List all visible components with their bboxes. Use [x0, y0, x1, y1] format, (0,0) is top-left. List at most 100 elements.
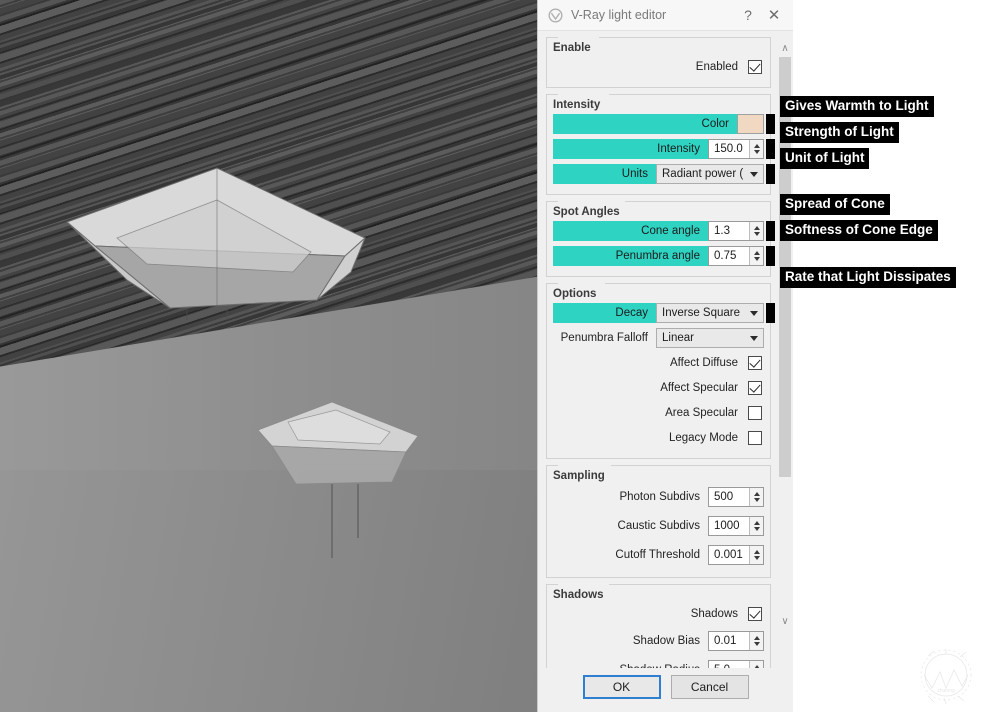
stepper-up-icon[interactable]	[754, 550, 760, 554]
checkbox-area-specular[interactable]	[748, 406, 762, 420]
chevron-down-icon[interactable]	[745, 311, 763, 316]
light-fixture-large[interactable]	[55, 160, 375, 320]
caustic-subdivs-spinner[interactable]: 1000	[708, 516, 764, 536]
stepper-down-icon[interactable]	[754, 257, 760, 261]
chevron-down-icon[interactable]	[745, 172, 763, 177]
row-cone-angle[interactable]: Cone angle 1.3	[553, 221, 764, 241]
row-shadows-enabled[interactable]: Shadows	[553, 604, 764, 624]
row-area-specular[interactable]: Area Specular	[553, 403, 764, 423]
decay-dropdown[interactable]: Inverse Square	[656, 303, 764, 323]
penumbra-angle-spinner[interactable]: 0.75	[708, 246, 764, 266]
row-enabled[interactable]: Enabled	[553, 57, 764, 77]
units-value: Radiant power (	[657, 168, 745, 180]
label-affect-specular: Affect Specular	[553, 382, 748, 394]
checkbox-affect-specular[interactable]	[748, 381, 762, 395]
vray-light-editor-dialog[interactable]: V-Ray light editor ? ✕ Enable Enabled In…	[537, 0, 793, 712]
cutoff-threshold-stepper[interactable]	[749, 546, 763, 564]
close-icon[interactable]: ✕	[761, 3, 787, 27]
stepper-up-icon[interactable]	[754, 251, 760, 255]
stepper-up-icon[interactable]	[754, 636, 760, 640]
3d-viewport[interactable]	[0, 0, 537, 712]
dialog-titlebar[interactable]: V-Ray light editor ? ✕	[538, 0, 793, 31]
ok-button[interactable]: OK	[583, 675, 661, 699]
cutoff-threshold-value[interactable]: 0.001	[709, 549, 749, 561]
svg-text:zhulong: zhulong	[937, 688, 955, 694]
checkbox-affect-diffuse[interactable]	[748, 356, 762, 370]
row-legacy-mode[interactable]: Legacy Mode	[553, 428, 764, 448]
help-button[interactable]: ?	[735, 3, 761, 27]
vray-logo-icon	[548, 8, 563, 23]
stepper-down-icon[interactable]	[754, 150, 760, 154]
penumbra-angle-stepper[interactable]	[749, 247, 763, 265]
caustic-subdivs-value[interactable]: 1000	[709, 520, 749, 532]
cone-angle-stepper[interactable]	[749, 222, 763, 240]
stepper-up-icon[interactable]	[754, 144, 760, 148]
stepper-up-icon[interactable]	[754, 665, 760, 668]
shadow-radius-value[interactable]: 5.0	[709, 664, 749, 668]
photon-subdivs-stepper[interactable]	[749, 488, 763, 506]
stepper-up-icon[interactable]	[754, 492, 760, 496]
cone-angle-spinner[interactable]: 1.3	[708, 221, 764, 241]
stepper-down-icon[interactable]	[754, 232, 760, 236]
photon-subdivs-value[interactable]: 500	[709, 491, 749, 503]
units-dropdown[interactable]: Radiant power (	[656, 164, 764, 184]
penumbra-angle-value[interactable]: 0.75	[709, 250, 749, 262]
stepper-down-icon[interactable]	[754, 527, 760, 531]
scroll-down-icon[interactable]: ∨	[776, 612, 793, 630]
marker-cone-angle	[766, 221, 775, 241]
penumbra-falloff-dropdown[interactable]: Linear	[656, 328, 764, 348]
dialog-body: Enable Enabled Intensity Color	[538, 31, 793, 668]
row-shadow-radius[interactable]: Shadow Radius 5.0	[553, 658, 764, 668]
annotation-intensity: Strength of Light	[780, 122, 899, 143]
row-penumbra-falloff[interactable]: Penumbra Falloff Linear	[553, 328, 764, 348]
photon-subdivs-spinner[interactable]: 500	[708, 487, 764, 507]
annotation-color: Gives Warmth to Light	[780, 96, 934, 117]
cutoff-threshold-spinner[interactable]: 0.001	[708, 545, 764, 565]
stepper-down-icon[interactable]	[754, 642, 760, 646]
row-caustic-subdivs[interactable]: Caustic Subdivs 1000	[553, 514, 764, 538]
row-photon-subdivs[interactable]: Photon Subdivs 500	[553, 485, 764, 509]
row-intensity[interactable]: Intensity 150.0	[553, 139, 764, 159]
chevron-down-icon[interactable]	[745, 336, 763, 341]
row-units[interactable]: Units Radiant power (	[553, 164, 764, 184]
row-color[interactable]: Color	[553, 114, 764, 134]
group-spot-angles-title: Spot Angles	[553, 206, 625, 218]
cone-angle-value[interactable]: 1.3	[709, 225, 749, 237]
label-color: Color	[553, 118, 737, 130]
intensity-stepper[interactable]	[749, 140, 763, 158]
row-affect-diffuse[interactable]: Affect Diffuse	[553, 353, 764, 373]
group-intensity: Intensity Color Intensity 150.0	[546, 94, 771, 195]
row-decay[interactable]: Decay Inverse Square	[553, 303, 764, 323]
label-enabled: Enabled	[553, 61, 748, 73]
stepper-up-icon[interactable]	[754, 521, 760, 525]
marker-decay	[766, 303, 775, 323]
shadow-bias-stepper[interactable]	[749, 632, 763, 650]
intensity-value[interactable]: 150.0	[709, 143, 749, 155]
row-shadow-bias[interactable]: Shadow Bias 0.01	[553, 629, 764, 653]
scroll-up-icon[interactable]: ∧	[776, 39, 793, 57]
light-fixture-small-geometry	[250, 398, 450, 598]
row-cutoff-threshold[interactable]: Cutoff Threshold 0.001	[553, 543, 764, 567]
row-affect-specular[interactable]: Affect Specular	[553, 378, 764, 398]
stepper-up-icon[interactable]	[754, 226, 760, 230]
color-swatch[interactable]	[737, 114, 764, 134]
row-penumbra-angle[interactable]: Penumbra angle 0.75	[553, 246, 764, 266]
checkbox-enabled[interactable]	[748, 60, 762, 74]
shadow-bias-value[interactable]: 0.01	[709, 635, 749, 647]
light-fixture-small[interactable]	[250, 398, 425, 490]
stepper-down-icon[interactable]	[754, 498, 760, 502]
checkbox-legacy-mode[interactable]	[748, 431, 762, 445]
shadow-radius-stepper[interactable]	[749, 661, 763, 668]
intensity-spinner[interactable]: 150.0	[708, 139, 764, 159]
cancel-button[interactable]: Cancel	[671, 675, 749, 699]
group-sampling: Sampling Photon Subdivs 500 Caustic Su	[546, 465, 771, 578]
annotation-units: Unit of Light	[780, 148, 869, 169]
label-penumbra-angle: Penumbra angle	[553, 250, 708, 262]
annotation-decay: Rate that Light Dissipates	[780, 267, 956, 288]
checkbox-shadows[interactable]	[748, 607, 762, 621]
shadow-radius-spinner[interactable]: 5.0	[708, 660, 764, 668]
annotation-overlay: Gives Warmth to Light Strength of Light …	[793, 0, 1000, 712]
stepper-down-icon[interactable]	[754, 556, 760, 560]
caustic-subdivs-stepper[interactable]	[749, 517, 763, 535]
shadow-bias-spinner[interactable]: 0.01	[708, 631, 764, 651]
